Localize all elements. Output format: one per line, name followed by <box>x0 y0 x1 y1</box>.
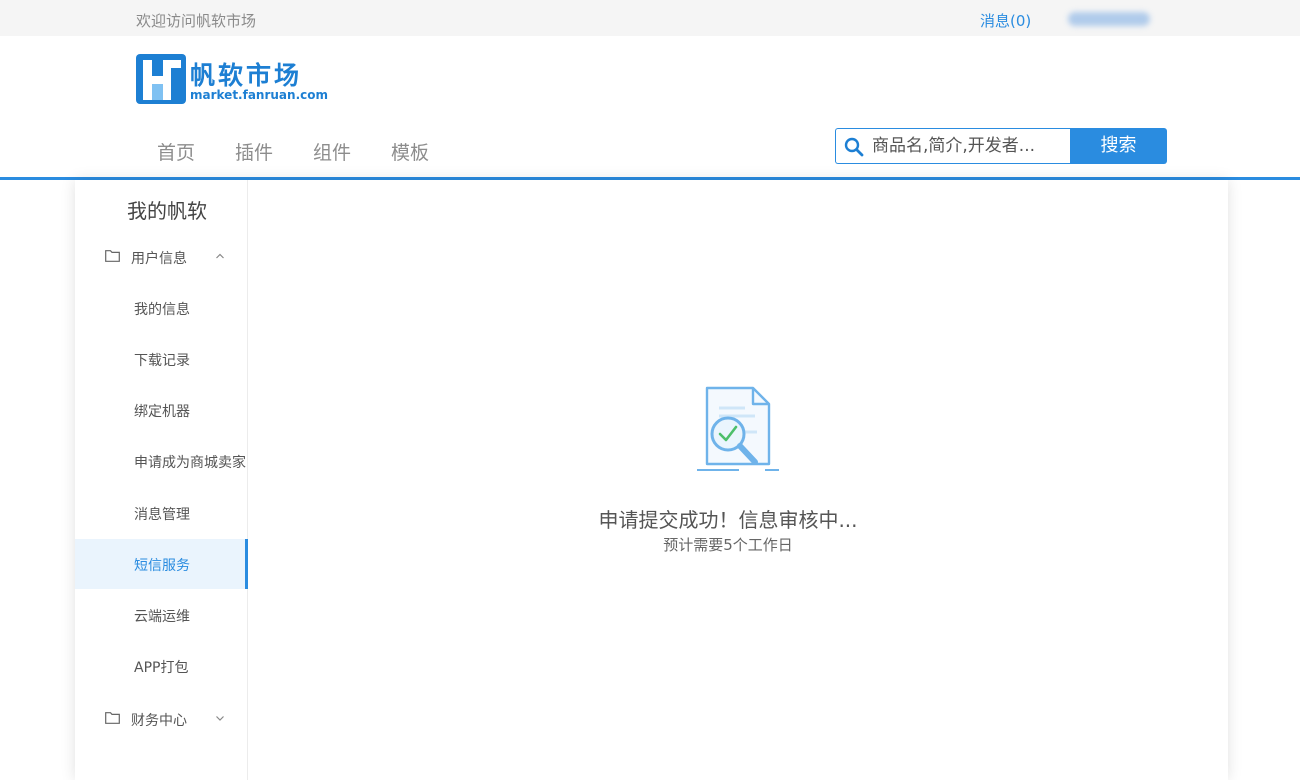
sidebar-item-my-info[interactable]: 我的信息 <box>75 283 247 333</box>
sidebar-group-finance-center[interactable]: 财务中心 <box>75 703 247 735</box>
sidebar-title: 我的帆软 <box>127 199 207 223</box>
welcome-text: 欢迎访问帆软市场 <box>136 12 257 30</box>
folder-icon <box>105 712 120 724</box>
sidebar-item-label: 绑定机器 <box>134 404 190 420</box>
nav-item-plugins[interactable]: 插件 <box>235 138 273 165</box>
chevron-down-icon <box>216 716 224 721</box>
sidebar-item-app-packaging[interactable]: APP打包 <box>75 641 247 691</box>
top-bar: 欢迎访问帆软市场 消息(0) <box>0 0 1300 36</box>
nav-item-templates[interactable]: 模板 <box>391 138 429 165</box>
folder-icon <box>105 250 120 262</box>
sidebar-item-bind-machine[interactable]: 绑定机器 <box>75 385 247 435</box>
logo-url: market.fanruan.com <box>190 88 328 102</box>
nav-item-components[interactable]: 组件 <box>313 138 351 165</box>
sidebar-item-label: 短信服务 <box>134 558 190 574</box>
nav-item-home[interactable]: 首页 <box>157 138 195 165</box>
sidebar-item-label: APP打包 <box>134 660 189 676</box>
sidebar-group-label: 财务中心 <box>131 713 187 729</box>
sidebar-item-label: 申请成为商城卖家 <box>134 455 246 471</box>
search-bar: 搜索 <box>835 128 1167 164</box>
sidebar-item-cloud-ops[interactable]: 云端运维 <box>75 590 247 640</box>
chevron-up-icon <box>216 253 224 259</box>
messages-link[interactable]: 消息(0) <box>980 10 1031 31</box>
sidebar-item-label: 消息管理 <box>134 507 190 523</box>
username-blurred[interactable] <box>1068 12 1150 26</box>
search-box <box>835 128 1070 164</box>
search-icon <box>844 137 864 157</box>
search-input[interactable] <box>872 133 1064 159</box>
search-button[interactable]: 搜索 <box>1070 128 1167 164</box>
site-logo[interactable]: 帆软市场 market.fanruan.com <box>136 54 328 106</box>
logo-mark-icon <box>136 54 186 104</box>
sidebar-item-download-history[interactable]: 下载记录 <box>75 334 247 384</box>
sidebar-group-label: 用户信息 <box>131 251 187 267</box>
main-panel: 我的帆软 用户信息 我的信息 下载记录 绑定机器 申请成为商城卖家 消息管理 短… <box>75 180 1228 780</box>
sidebar-item-become-seller[interactable]: 申请成为商城卖家 <box>75 436 247 486</box>
document-check-icon <box>697 386 779 471</box>
sidebar-item-message-management[interactable]: 消息管理 <box>75 488 247 538</box>
logo-name: 帆软市场 <box>190 61 303 90</box>
content-area: 申请提交成功！信息审核中... 预计需要5个工作日 <box>248 180 1228 780</box>
sidebar-group-user-info[interactable]: 用户信息 <box>75 241 247 273</box>
sidebar: 我的帆软 用户信息 我的信息 下载记录 绑定机器 申请成为商城卖家 消息管理 短… <box>75 180 248 780</box>
status-subtext: 预计需要5个工作日 <box>663 536 793 554</box>
sidebar-item-sms-service[interactable]: 短信服务 <box>75 539 248 589</box>
sidebar-item-label: 云端运维 <box>134 609 190 625</box>
status-message: 申请提交成功！信息审核中... <box>598 508 858 532</box>
sidebar-item-label: 我的信息 <box>134 302 190 318</box>
sidebar-item-label: 下载记录 <box>134 353 190 369</box>
